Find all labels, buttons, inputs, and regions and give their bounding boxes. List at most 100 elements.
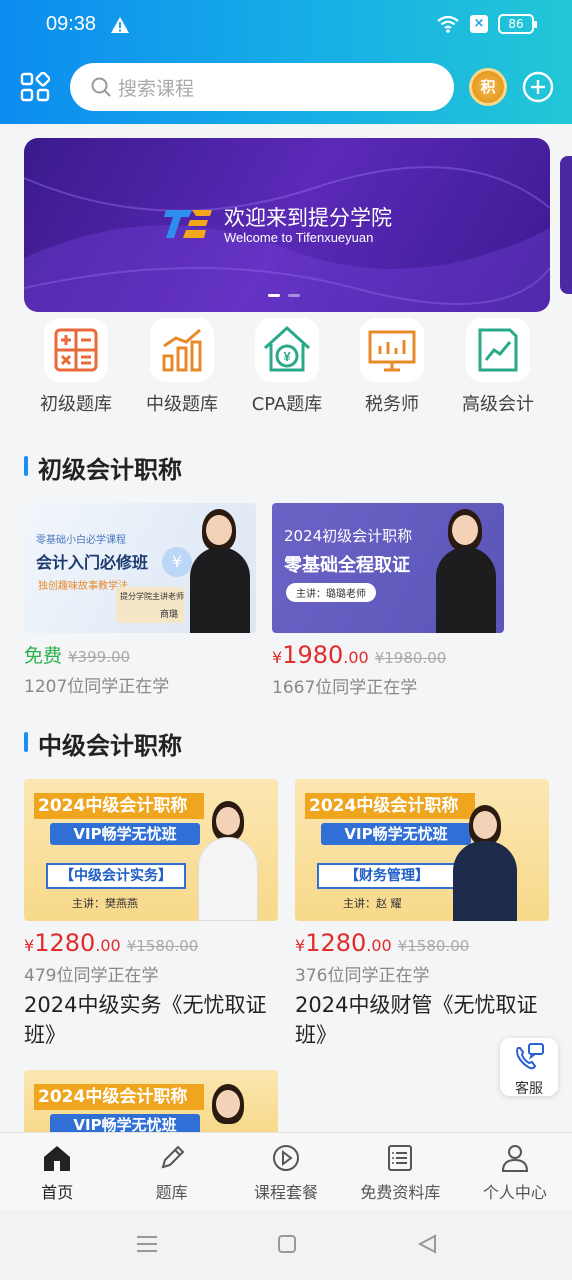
wifi-icon <box>437 15 459 33</box>
teacher-photo <box>428 507 504 633</box>
thumb-teacher-name: 商璐 <box>160 610 179 620</box>
home-square-icon[interactable] <box>277 1234 297 1254</box>
category-tax[interactable]: 税务师 <box>342 318 442 416</box>
tab-label: 免费资料库 <box>360 1183 441 1202</box>
category-intermediate[interactable]: 中级题库 <box>132 318 232 416</box>
section-title-junior: 初级会计职称 <box>24 450 182 485</box>
course-card[interactable]: 2024中级会计职称 VIP畅学无忧班 【财务管理】 主讲：赵 耀 ¥ 1280… <box>295 779 555 1050</box>
presentation-board-icon <box>360 318 424 382</box>
course-card[interactable]: 2024中级会计职称 VIP畅学无忧班 <box>24 1070 278 1132</box>
banner-pagination <box>268 294 300 297</box>
category-row: 初级题库 中级题库 ¥ CPA题库 税务师 高级会计 <box>24 318 550 418</box>
menu-icon[interactable] <box>136 1234 158 1254</box>
price-decimal: .00 <box>343 648 369 667</box>
thumb-teacher: 主讲：赵 耀 <box>343 897 402 910</box>
teacher-card: 提分学院主讲老师 商璐 <box>116 587 184 623</box>
banner-dot <box>288 294 300 297</box>
price-free: 免费 <box>24 645 63 667</box>
category-junior[interactable]: 初级题库 <box>26 318 126 416</box>
phone-chat-icon <box>516 1043 544 1070</box>
thumb-teacher: 主讲：樊燕燕 <box>72 897 138 910</box>
tab-label: 首页 <box>41 1183 74 1202</box>
play-circle-icon <box>273 1145 300 1171</box>
back-icon[interactable] <box>417 1234 437 1254</box>
promo-banner[interactable]: 欢迎来到提分学院 Welcome to Tifenxueyuan <box>24 138 550 312</box>
thumb-sub: 零基础全程取证 <box>284 555 410 576</box>
yen-symbol: ¥ <box>24 936 35 955</box>
thumb-ribbon: 2024中级会计职称 <box>34 793 204 819</box>
teacher-photo <box>184 507 256 633</box>
search-input[interactable]: 搜索课程 <box>70 63 454 111</box>
category-label: CPA题库 <box>251 394 323 415</box>
course-thumbnail: 2024中级会计职称 VIP畅学无忧班 <box>24 1070 278 1132</box>
price-decimal: .00 <box>366 936 392 955</box>
category-label: 税务师 <box>365 394 419 415</box>
pencil-icon <box>161 1145 185 1169</box>
banner-title: 欢迎来到提分学院 <box>224 206 392 230</box>
yen-symbol: ¥ <box>272 648 283 667</box>
banner-dot-active <box>268 294 280 297</box>
course-thumbnail: 零基础小白必学课程 会计入门必修班 独创趣味故事教学法 ¥ 提分学院主讲老师 商… <box>24 503 256 633</box>
svg-text:¥: ¥ <box>283 349 291 364</box>
calculator-icon <box>44 318 108 382</box>
original-price: ¥1580.00 <box>126 937 199 955</box>
learner-count: 479位同学正在学 <box>24 966 159 986</box>
document-list-icon <box>388 1145 413 1171</box>
search-placeholder: 搜索课程 <box>118 77 195 100</box>
status-time: 09:38 <box>46 13 97 35</box>
battery-icon: 86 <box>498 14 537 34</box>
app-header: 09:38 × 86 搜索课程 积 <box>0 0 572 124</box>
category-cpa[interactable]: ¥ CPA题库 <box>237 318 337 416</box>
teacher-photo <box>190 1082 266 1132</box>
course-card[interactable]: 2024中级会计职称 VIP畅学无忧班 【中级会计实务】 主讲：樊燕燕 ¥ 12… <box>24 779 284 1050</box>
system-navigation-bar <box>0 1210 572 1280</box>
price-row: ¥ 1280 .00 ¥1580.00 <box>24 929 284 957</box>
thumb-ribbon: 2024中级会计职称 <box>34 1084 204 1110</box>
thumb-title: 会计入门必修班 <box>36 553 149 572</box>
price-row: 免费 ¥399.00 <box>24 641 256 668</box>
tab-label: 题库 <box>155 1183 188 1202</box>
course-thumbnail: 2024初级会计职称 零基础全程取证 主讲：璐璐老师 <box>272 503 504 633</box>
bottom-tab-bar: 首页 题库 课程套餐 免费资料库 个人中心 <box>0 1132 572 1210</box>
category-label: 高级会计 <box>462 394 534 415</box>
points-medal-icon[interactable]: 积 <box>469 68 507 106</box>
tab-home[interactable]: 首页 <box>0 1133 114 1210</box>
price-integer: 1980 <box>282 641 344 669</box>
tab-free-materials[interactable]: 免费资料库 <box>343 1133 457 1210</box>
home-icon <box>44 1146 71 1171</box>
section-title-intermediate: 中级会计职称 <box>24 726 182 761</box>
tab-course-packages[interactable]: 课程套餐 <box>229 1133 343 1210</box>
price-decimal: .00 <box>95 936 121 955</box>
course-card[interactable]: 2024初级会计职称 零基础全程取证 主讲：璐璐老师 ¥ 1980 .00 ¥1… <box>272 503 504 698</box>
tab-label: 个人中心 <box>482 1183 547 1202</box>
thumb-teacher: 提分学院主讲老师 <box>120 592 184 601</box>
tab-profile[interactable]: 个人中心 <box>458 1133 572 1210</box>
price-integer: 1280 <box>305 929 367 957</box>
original-price: ¥1980.00 <box>374 649 447 667</box>
thumb-subject: 【财务管理】 <box>317 863 457 889</box>
search-icon <box>91 77 111 97</box>
teacher-photo <box>190 799 266 921</box>
add-icon[interactable] <box>522 71 554 103</box>
course-card[interactable]: 零基础小白必学课程 会计入门必修班 独创趣味故事教学法 ¥ 提分学院主讲老师 商… <box>24 503 256 697</box>
house-yen-icon: ¥ <box>255 318 319 382</box>
yen-symbol: ¥ <box>295 936 306 955</box>
teacher-photo <box>445 803 525 921</box>
customer-service-button[interactable]: 客服 <box>500 1038 558 1097</box>
warning-icon <box>111 17 129 33</box>
tifen-logo-icon <box>164 210 212 238</box>
status-bar: 09:38 × 86 <box>0 0 572 52</box>
next-banner-peek <box>560 156 572 294</box>
bar-chart-icon <box>150 318 214 382</box>
learner-count: 1207位同学正在学 <box>24 677 170 697</box>
tab-question-bank[interactable]: 题库 <box>114 1133 228 1210</box>
thumb-small: 零基础小白必学课程 <box>36 535 126 546</box>
category-grid-icon[interactable] <box>20 72 50 102</box>
category-label: 初级题库 <box>40 394 112 415</box>
banner-subtitle: Welcome to Tifenxueyuan <box>224 230 374 245</box>
user-icon <box>501 1145 528 1172</box>
thumb-sub: 独创趣味故事教学法 <box>38 581 128 592</box>
course-title: 2024中级实务《无忧取证班》 <box>24 993 267 1047</box>
price-integer: 1280 <box>34 929 96 957</box>
category-senior[interactable]: 高级会计 <box>448 318 548 416</box>
